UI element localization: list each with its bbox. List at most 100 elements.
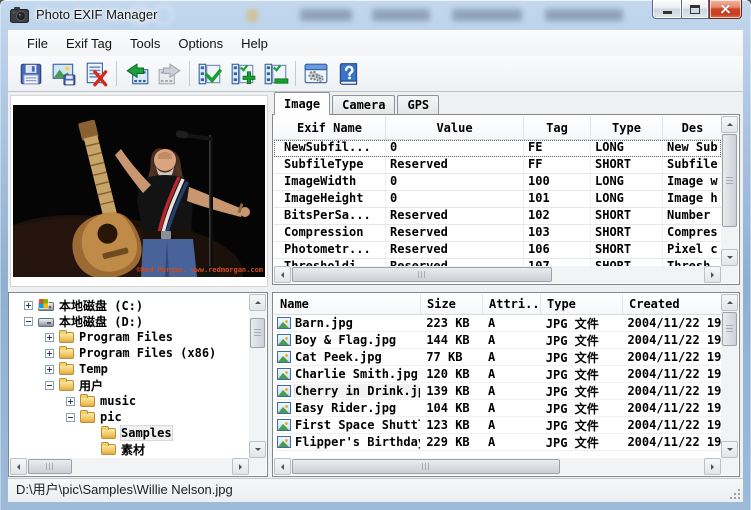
expander-icon[interactable] — [45, 333, 54, 342]
file-row[interactable]: Charlie Smith.jpg 120 KB A JPG 文件 2004/1… — [274, 366, 721, 383]
delete-exif-button[interactable] — [80, 59, 113, 89]
remove-tag-button[interactable] — [259, 59, 292, 89]
menu-item[interactable]: File — [18, 32, 57, 55]
file-row[interactable]: Cat Peek.jpg 77 KB A JPG 文件 2004/11/22 1… — [274, 349, 721, 366]
exif-row[interactable]: ImageWidth 0 100 LONG Image w — [274, 174, 721, 191]
expander-icon[interactable] — [66, 413, 75, 422]
expander-icon[interactable] — [66, 397, 75, 406]
scrollbar-thumb[interactable] — [292, 267, 552, 282]
tree-item[interactable]: Program Files — [10, 329, 249, 345]
scroll-up-button[interactable] — [721, 116, 738, 133]
scrollbar-thumb[interactable] — [250, 318, 265, 348]
file-row[interactable]: First Space Shuttl... 123 KB A JPG 文件 20… — [274, 417, 721, 434]
scroll-down-button[interactable] — [249, 441, 266, 458]
exif-row[interactable]: NewSubfil... 0 FE LONG New Sub — [274, 140, 721, 157]
title-bar[interactable]: Photo EXIF Manager — [0, 0, 751, 30]
glass-reflection — [545, 9, 623, 21]
tree-horizontal-scrollbar[interactable] — [10, 458, 249, 475]
scroll-down-button[interactable] — [721, 249, 738, 266]
tag-add-icon — [230, 61, 256, 87]
scroll-right-button[interactable] — [704, 458, 721, 475]
add-tag-button[interactable] — [226, 59, 259, 89]
exif-tabs: ImageCameraGPS — [274, 92, 439, 115]
file-name: First Space Shuttl... — [295, 418, 420, 432]
scroll-left-button[interactable] — [10, 458, 27, 475]
exif-column-header[interactable]: Des — [663, 116, 723, 139]
file-row[interactable]: Flipper's Birthday... 229 KB A JPG 文件 20… — [274, 434, 721, 451]
exif-tab[interactable]: GPS — [397, 95, 439, 115]
expander-icon[interactable] — [45, 381, 54, 390]
file-column-header[interactable]: Type — [541, 294, 623, 314]
exif-column-header[interactable]: Exif Name — [274, 116, 386, 139]
menu-item[interactable]: Tools — [121, 32, 169, 55]
exif-row[interactable]: ImageHeight 0 101 LONG Image h — [274, 191, 721, 208]
scroll-down-button[interactable] — [721, 441, 738, 458]
exif-row[interactable]: Photometr... Reserved 106 SHORT Pixel c — [274, 242, 721, 259]
expander-icon[interactable] — [45, 365, 54, 374]
file-column-header[interactable]: Name — [274, 294, 421, 314]
menu-item[interactable]: Help — [232, 32, 277, 55]
exif-horizontal-scrollbar[interactable] — [274, 266, 721, 283]
tree-item[interactable]: pic — [10, 409, 249, 425]
tree-item[interactable]: 素材 — [10, 441, 249, 457]
maximize-button[interactable] — [681, 0, 709, 19]
scroll-up-button[interactable] — [721, 294, 738, 311]
exif-row[interactable]: Compression Reserved 103 SHORT Compres — [274, 225, 721, 242]
files-vertical-scrollbar[interactable] — [721, 294, 738, 458]
exif-vertical-scrollbar[interactable] — [721, 116, 738, 266]
save-button[interactable] — [14, 59, 47, 89]
up-arrow-icon — [727, 298, 733, 304]
expander-icon[interactable] — [24, 317, 33, 326]
prev-image-button[interactable] — [120, 59, 153, 89]
exif-tab[interactable]: Camera — [332, 95, 395, 115]
file-row[interactable]: Easy Rider.jpg 104 KB A JPG 文件 2004/11/2… — [274, 400, 721, 417]
help-button[interactable] — [332, 59, 365, 89]
scrollbar-thumb[interactable] — [722, 312, 737, 346]
tree-item[interactable]: 本地磁盘 (C:) — [10, 297, 249, 313]
options-button[interactable] — [299, 59, 332, 89]
tree-item[interactable]: 用户 — [10, 377, 249, 393]
scroll-right-button[interactable] — [232, 458, 249, 475]
scroll-left-button[interactable] — [274, 458, 291, 475]
menu-item[interactable]: Exif Tag — [57, 32, 121, 55]
scrollbar-thumb[interactable] — [28, 459, 72, 474]
scroll-left-button[interactable] — [274, 266, 291, 283]
exif-row[interactable]: SubfileType Reserved FF SHORT Subfile — [274, 157, 721, 174]
exif-column-header[interactable]: Value — [386, 116, 524, 139]
help-icon — [336, 61, 362, 87]
scroll-up-button[interactable] — [249, 294, 266, 311]
file-column-header[interactable]: Attri... — [483, 294, 541, 314]
tree-item[interactable]: 本地磁盘 (D:) — [10, 313, 249, 329]
scrollbar-thumb[interactable] — [722, 134, 737, 227]
scrollbar-thumb[interactable] — [292, 459, 560, 474]
file-row[interactable]: Cherry in Drink.jpg 139 KB A JPG 文件 2004… — [274, 383, 721, 400]
exif-row[interactable]: Thresholdi... Reserved 107 SHORT Thresh — [274, 259, 721, 266]
save-image-button[interactable] — [47, 59, 80, 89]
file-column-header[interactable]: Size — [421, 294, 483, 314]
exif-column-header[interactable]: Tag — [524, 116, 591, 139]
file-row[interactable]: Barn.jpg 223 KB A JPG 文件 2004/11/22 19:3… — [274, 315, 721, 332]
resize-grip[interactable] — [730, 489, 740, 499]
exif-tab[interactable]: Image — [274, 92, 330, 115]
expander-icon[interactable] — [45, 349, 54, 358]
down-arrow-icon — [255, 448, 261, 454]
tree-item[interactable]: music — [10, 393, 249, 409]
exif-row[interactable]: BitsPerSa... Reserved 102 SHORT Number — [274, 208, 721, 225]
menu-item[interactable]: Options — [169, 32, 232, 55]
tree-vertical-scrollbar[interactable] — [249, 294, 266, 458]
scroll-right-button[interactable] — [704, 266, 721, 283]
verify-tags-button[interactable] — [193, 59, 226, 89]
exif-column-header[interactable]: Type — [591, 116, 663, 139]
tree-item[interactable]: Temp — [10, 361, 249, 377]
minimize-button[interactable] — [652, 0, 681, 19]
file-column-header[interactable]: Created — [623, 294, 723, 314]
tree-item[interactable]: Samples — [10, 425, 249, 441]
close-button[interactable] — [709, 0, 742, 19]
file-row[interactable]: Boy & Flag.jpg 144 KB A JPG 文件 2004/11/2… — [274, 332, 721, 349]
next-image-icon — [157, 61, 183, 87]
tree-item[interactable]: Program Files (x86) — [10, 345, 249, 361]
expander-icon[interactable] — [24, 301, 33, 310]
next-image-button[interactable] — [153, 59, 186, 89]
files-horizontal-scrollbar[interactable] — [274, 458, 721, 475]
file-attributes: A — [482, 384, 540, 398]
